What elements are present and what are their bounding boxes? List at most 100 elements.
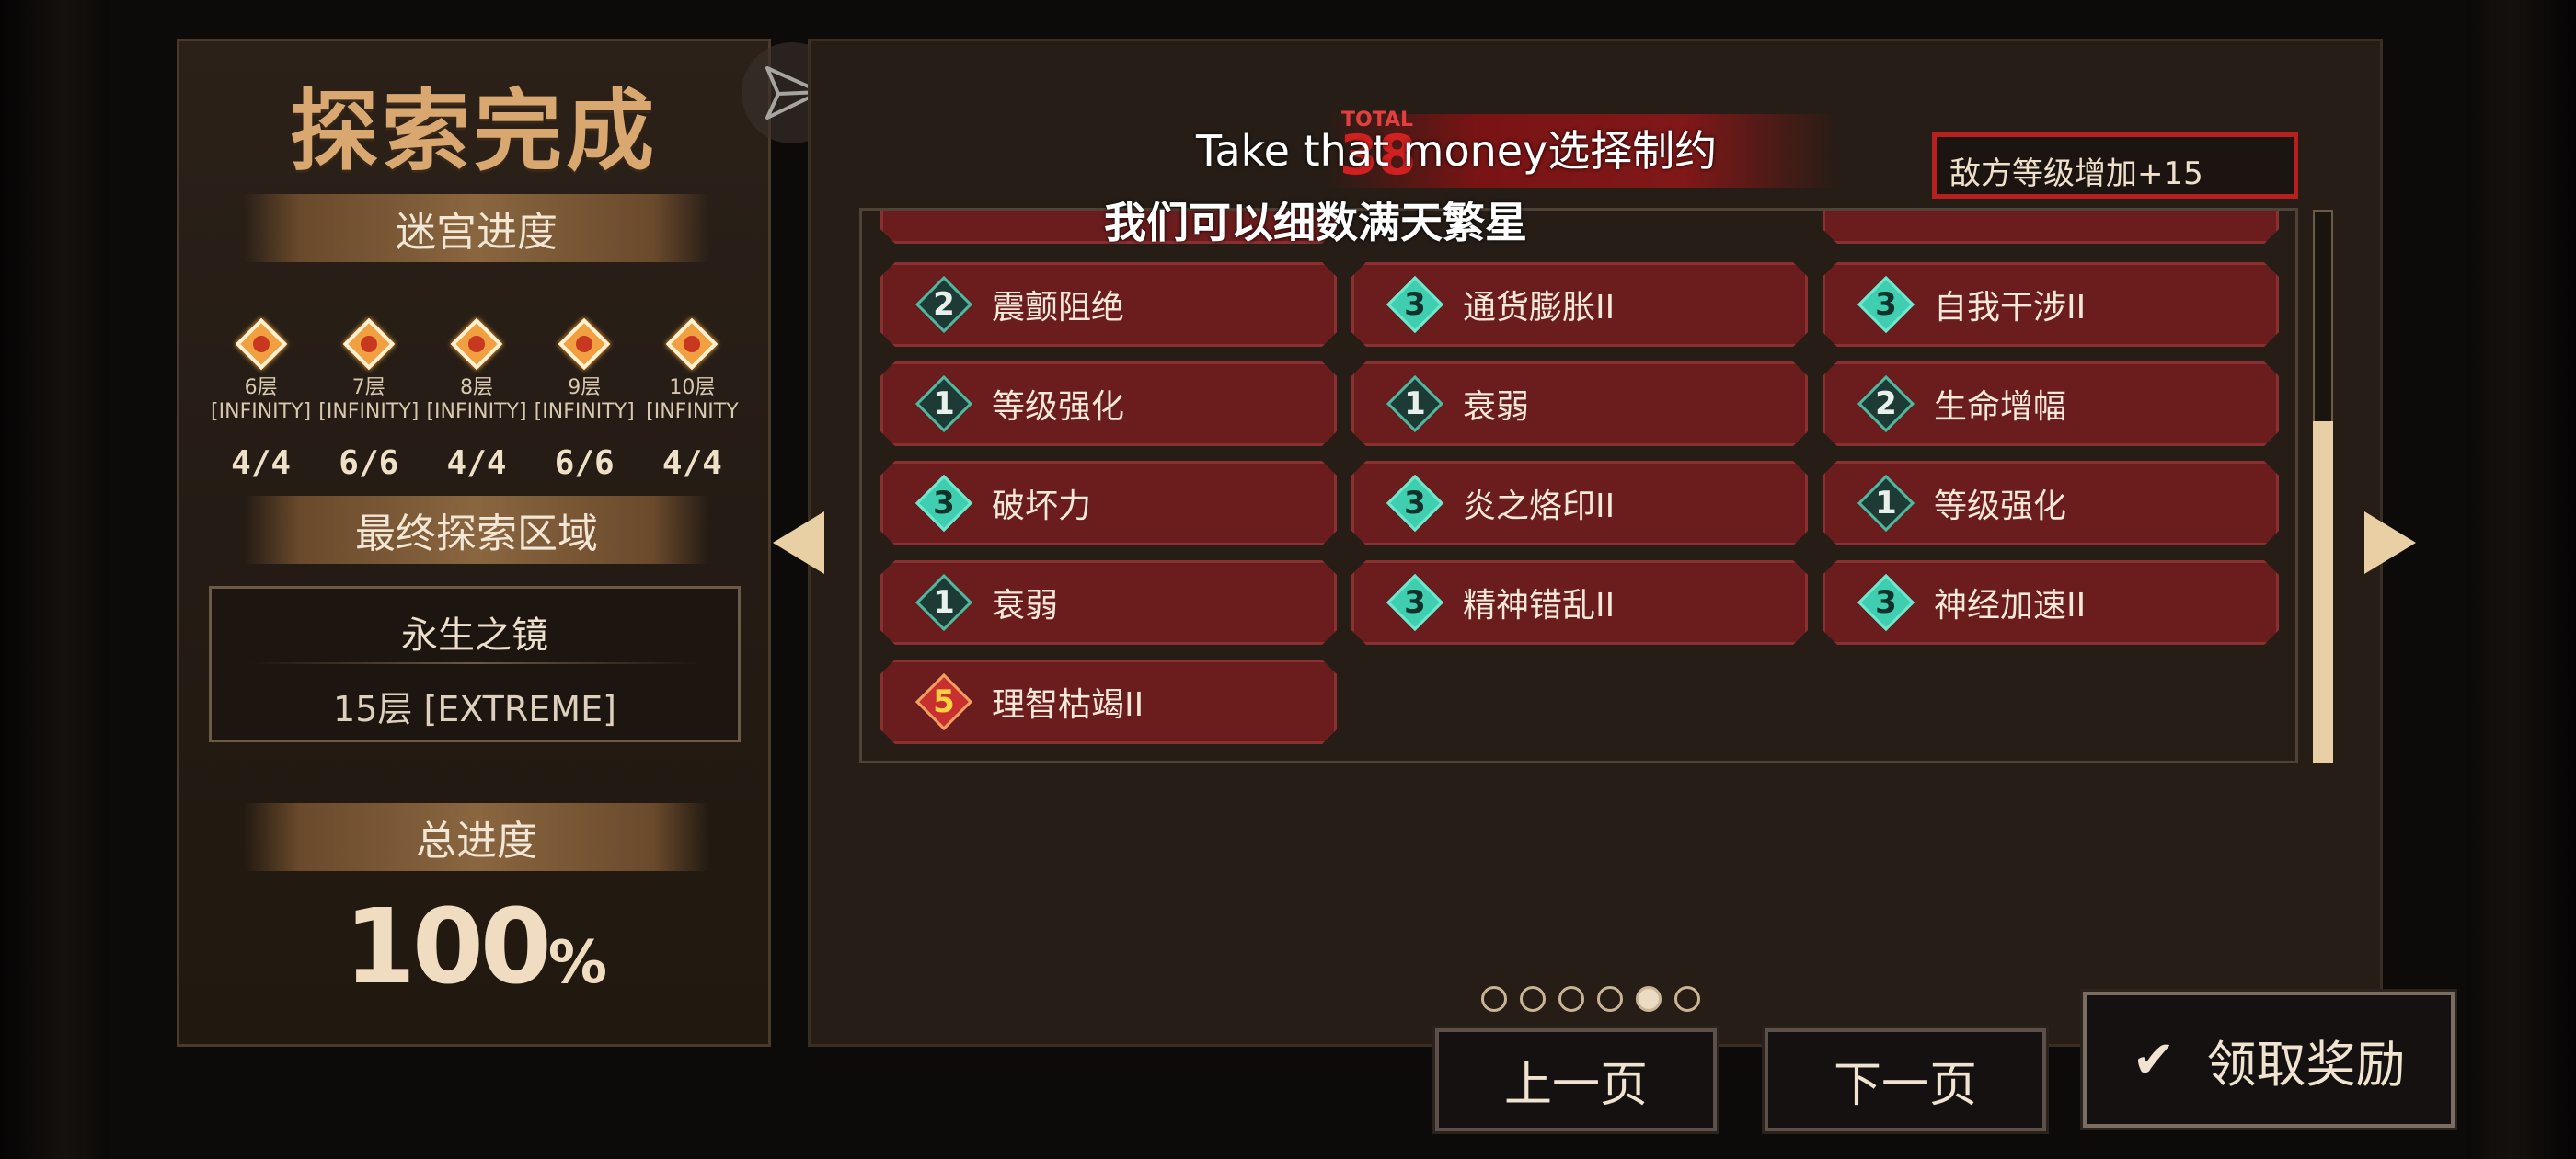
level-badge-icon: 3	[916, 476, 972, 531]
constraint-card[interactable]: 3 炎之烙印II	[1351, 461, 1808, 545]
constraint-card[interactable]: 1 等级强化	[880, 361, 1337, 446]
total-progress-value: 100%	[344, 888, 607, 1007]
constraint-name: 自我干涉II	[1934, 289, 2087, 327]
level-number: 3	[933, 485, 955, 522]
zone-name: 永生之镜	[401, 614, 548, 657]
total-progress-banner: 总进度	[244, 803, 709, 871]
level-number: 1	[1875, 485, 1897, 522]
constraint-name: 神经加速II	[1934, 587, 2087, 625]
level-number: 2	[933, 286, 955, 323]
constraint-card[interactable]: 5 理智枯竭II	[880, 660, 1337, 744]
constraint-name: 精神错乱II	[1463, 587, 1616, 625]
check-icon: ✔	[2132, 1029, 2176, 1090]
level-badge-icon: 5	[916, 674, 972, 729]
level-badge-icon: 3	[1858, 575, 1914, 630]
zone-divider	[248, 662, 701, 664]
level-number: 1	[933, 385, 955, 422]
page-dot[interactable]	[1558, 986, 1584, 1012]
floor-count: 4/4	[661, 444, 722, 482]
level-badge-icon: 2	[1858, 376, 1914, 431]
constraint-grid: 2 震颤阻绝 3 通货膨胀II 3 自我干涉II 1 等级强化 1 衰弱 2 生命增幅 3 破坏力 3 炎之烙…	[859, 208, 2298, 763]
panel-title: 探索完成	[290, 79, 658, 183]
constraint-card[interactable]: 3 通货膨胀II	[1351, 262, 1808, 347]
level-number: 3	[1404, 485, 1426, 522]
level-badge-icon: 1	[1858, 476, 1914, 531]
floor-label: 9层	[568, 376, 602, 399]
final-zone-box: 永生之镜 15层 [EXTREME]	[209, 586, 741, 742]
level-number: 3	[1404, 584, 1426, 621]
enemy-level-box: 敌方等级增加+15	[1932, 132, 2298, 199]
level-badge-icon: 3	[1387, 476, 1443, 531]
constraint-name: 炎之烙印II	[1463, 488, 1616, 525]
constraint-card[interactable]: 1 衰弱	[880, 560, 1337, 645]
next-arrow-icon[interactable]	[2364, 511, 2416, 574]
constraint-card[interactable]: 3 破坏力	[880, 461, 1337, 545]
constraint-card[interactable]: 3 神经加速II	[1823, 560, 2279, 645]
floor-gem-icon	[342, 317, 396, 371]
constraint-name: 等级强化	[992, 388, 1125, 426]
floor-count: 6/6	[554, 444, 615, 482]
level-badge-icon: 1	[916, 575, 972, 630]
maze-progress-banner: 迷宫进度	[244, 194, 709, 262]
floor-count: 4/4	[231, 444, 292, 482]
prev-arrow-icon[interactable]	[773, 511, 824, 574]
level-badge-icon: 2	[916, 277, 972, 332]
scrollbar-thumb[interactable]	[2313, 421, 2333, 763]
summary-panel: 探索完成 迷宫进度 6层 [INFINITY] 4/4 7层 [INFINITY…	[177, 39, 771, 1047]
prev-page-button[interactable]: 上一页	[1432, 1026, 1719, 1134]
floor-gem-icon	[450, 317, 503, 371]
title-overlay-text: Take that money选择制约	[1196, 126, 1718, 176]
level-badge-icon: 3	[1387, 277, 1443, 332]
claim-reward-button[interactable]: ✔ 领取奖励	[2080, 989, 2457, 1130]
level-number: 5	[933, 683, 955, 720]
page-dot[interactable]	[1520, 986, 1546, 1012]
floor-item: 7层 [INFINITY] 6/6	[315, 317, 422, 482]
constraint-card[interactable]: 2 生命增幅	[1823, 361, 2279, 446]
floor-item: 6层 [INFINITY] 4/4	[207, 317, 315, 482]
subtitle-overlay-text: 我们可以细数满天繁星	[1104, 198, 1527, 247]
constraint-name: 等级强化	[1934, 488, 2067, 525]
constraint-name: 通货膨胀II	[1463, 289, 1616, 327]
level-badge-icon: 1	[916, 376, 972, 431]
floor-label: 7层	[351, 376, 385, 399]
constraint-card-partial	[1823, 208, 2279, 244]
constraint-name: 震颤阻绝	[992, 289, 1125, 327]
level-number: 3	[1404, 286, 1426, 323]
constraint-name: 衰弱	[992, 587, 1059, 625]
constraint-card[interactable]: 1 衰弱	[1351, 361, 1808, 446]
constraint-card[interactable]: 3 自我干涉II	[1823, 262, 2279, 347]
floor-list: 6层 [INFINITY] 4/4 7层 [INFINITY] 6/6 8层 […	[207, 317, 746, 482]
level-number: 3	[1875, 286, 1897, 323]
floor-item: 9层 [INFINITY] 6/6	[531, 317, 638, 482]
constraint-name: 生命增幅	[1934, 388, 2067, 426]
constraint-card[interactable]: 1 等级强化	[1823, 461, 2279, 545]
floor-mode: [INFINITY]	[534, 400, 635, 423]
page-indicator	[1481, 986, 1700, 1012]
level-number: 1	[1404, 385, 1426, 422]
floor-item: 8层 [INFINITY] 4/4	[422, 317, 530, 482]
zone-level: 15层 [EXTREME]	[333, 689, 616, 729]
floor-label: 6层	[244, 376, 278, 399]
level-number: 1	[933, 584, 955, 621]
page-dot[interactable]	[1481, 986, 1507, 1012]
page-dot[interactable]	[1597, 986, 1623, 1012]
level-badge-icon: 3	[1858, 277, 1914, 332]
floor-gem-icon	[558, 317, 611, 371]
level-badge-icon: 1	[1387, 376, 1443, 431]
page-dot[interactable]	[1636, 986, 1662, 1012]
floor-count: 4/4	[446, 444, 507, 482]
floor-gem-icon	[235, 317, 288, 371]
right-frame	[2466, 0, 2576, 1159]
floor-mode: [INFINITY	[646, 400, 739, 423]
page-dot[interactable]	[1674, 986, 1700, 1012]
next-page-button[interactable]: 下一页	[1762, 1026, 2049, 1134]
floor-count: 6/6	[339, 444, 399, 482]
constraint-card[interactable]: 2 震颤阻绝	[880, 262, 1337, 347]
floor-label: 8层	[460, 376, 493, 399]
claim-reward-label: 领取奖励	[2206, 1035, 2406, 1094]
left-frame	[0, 0, 110, 1159]
level-badge-icon: 3	[1387, 575, 1443, 630]
constraint-card[interactable]: 3 精神错乱II	[1351, 560, 1808, 645]
final-zone-banner: 最终探索区域	[244, 496, 709, 564]
constraint-name: 衰弱	[1463, 388, 1530, 426]
